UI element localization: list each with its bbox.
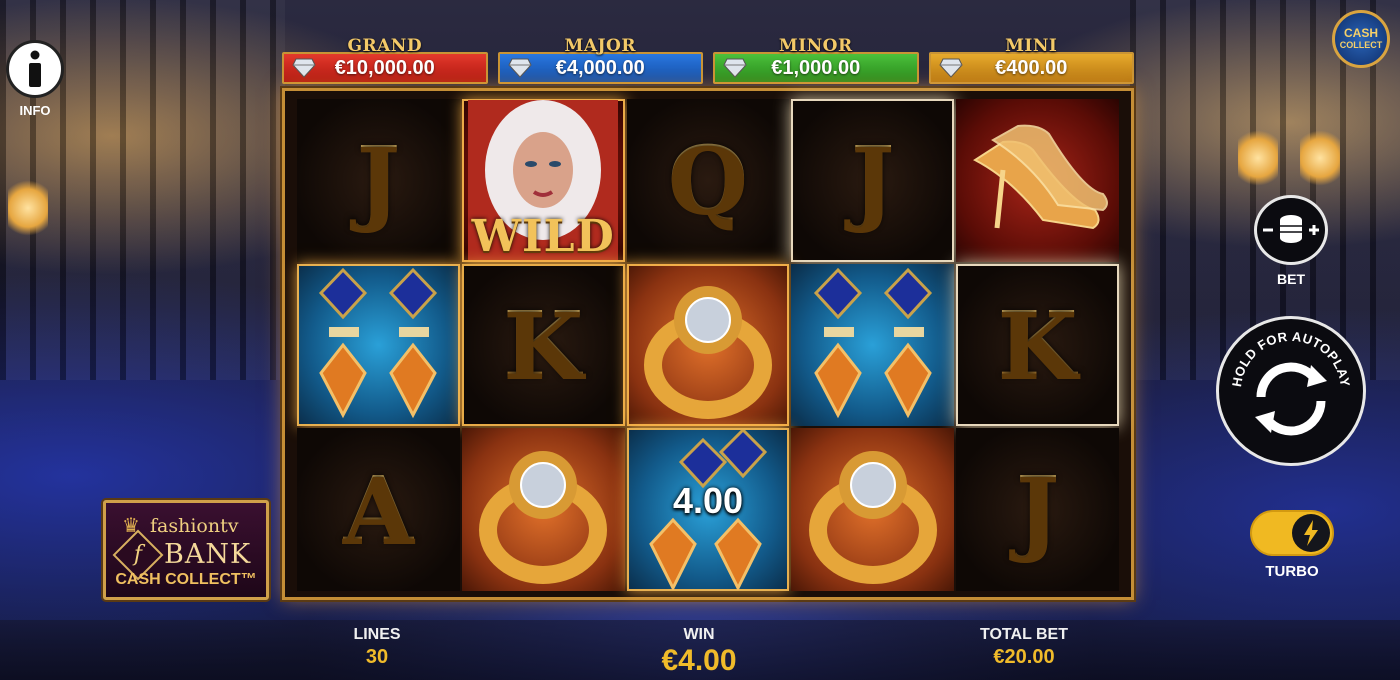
total-bet-label: TOTAL BET <box>980 626 1068 643</box>
badge-line-2: COLLECT <box>1339 40 1383 50</box>
logo-title: BANK <box>164 539 252 570</box>
street-lamp <box>1238 130 1278 186</box>
logo-f-letter: f <box>133 542 143 567</box>
bottom-bar: LINES 30 WIN €4.00 TOTAL BET €20.00 <box>0 620 1400 680</box>
info-button[interactable] <box>6 40 64 98</box>
symbol-q: Q <box>667 126 749 235</box>
cash-collect-badge: CASH COLLECT <box>1332 10 1390 68</box>
jackpot-major: €4,000.00 MAJOR <box>497 36 703 86</box>
win-label: WIN <box>683 626 715 643</box>
info-label: INFO <box>19 103 51 118</box>
wild-label: WILD <box>471 210 615 262</box>
total-bet-stat: TOTAL BET €20.00 <box>980 626 1068 669</box>
diamond-icon <box>507 58 532 78</box>
jackpot-major-amount: €4,000.00 <box>555 56 645 79</box>
jackpot-minor: €1,000.00 MINOR <box>713 36 919 86</box>
autoplay-arrows-icon: HOLD FOR AUTOPLAY <box>1229 329 1353 436</box>
reel-cell-letter-j: J <box>791 99 955 262</box>
reel-cell-diamond-ring <box>791 428 955 591</box>
jackpot-mini-title: MINI <box>1005 36 1058 56</box>
symbol-j: J <box>356 126 401 235</box>
jackpot-mini-amount: €400.00 <box>995 56 1068 79</box>
symbol-j: J <box>851 126 895 235</box>
jackpot-grand-box: €10,000.00 <box>282 52 488 84</box>
reel-cell-letter-j: J <box>297 99 460 262</box>
jackpot-major-box: €4,000.00 <box>497 52 703 84</box>
jackpot-bar: €10,000.00 GRAND €4,000.00 MAJOR €1,000.… <box>282 36 1134 86</box>
jackpot-major-title: MAJOR <box>564 36 636 56</box>
jackpot-minor-title: MINOR <box>778 36 853 56</box>
reel-cell-diamond-ring <box>461 428 625 591</box>
reel-cell-letter-j: J <box>956 428 1119 591</box>
jackpot-mini: €400.00 MINI <box>928 36 1134 86</box>
bet-button[interactable] <box>1254 195 1328 265</box>
spin-autoplay-button[interactable]: HOLD FOR AUTOPLAY <box>1216 316 1366 466</box>
reel-grid: J WILD Q J K K A 4.00 J <box>297 99 1119 591</box>
cash-value-label: 4.00 <box>672 480 744 522</box>
reel-cell-letter-q: Q <box>626 99 790 262</box>
jackpot-minor-amount: €1,000.00 <box>771 56 861 79</box>
reel-cell-gem-earrings <box>791 263 955 427</box>
diamond-icon <box>292 58 316 78</box>
symbol-k: K <box>503 290 584 399</box>
jackpot-grand: €10,000.00 GRAND <box>282 36 488 86</box>
diamond-ring-icon <box>479 450 608 584</box>
diamond-ring-icon <box>643 285 772 419</box>
reel-cell-letter-k: K <box>956 263 1119 427</box>
street-lamp <box>1300 130 1340 186</box>
diamond-icon <box>938 58 963 78</box>
reel-cell-wild: WILD <box>461 99 625 262</box>
bet-label: BET <box>1277 271 1305 287</box>
reel-cell-cash-earrings: 4.00 <box>626 428 790 591</box>
diamond-icon <box>723 58 747 78</box>
jackpot-minor-box: €1,000.00 <box>713 52 919 84</box>
reel-cell-gem-earrings <box>297 263 460 427</box>
reel-cell-letter-a: A <box>297 428 460 591</box>
total-bet-value: €20.00 <box>993 646 1055 668</box>
win-stat: WIN €4.00 <box>661 626 736 678</box>
reel-cell-diamond-ring <box>626 263 790 427</box>
turbo-toggle[interactable] <box>1250 510 1334 556</box>
glass-slipper-icon <box>972 125 1108 230</box>
logo-subtitle: CASH COLLECT™ <box>115 571 257 588</box>
win-value: €4.00 <box>661 644 737 677</box>
jackpot-grand-title: GRAND <box>347 36 423 56</box>
logo-brand: fashiontv <box>150 515 239 537</box>
reel-cell-glass-slipper <box>956 99 1119 262</box>
lines-stat: LINES 30 <box>353 626 400 669</box>
gem-earrings-icon <box>319 267 438 419</box>
lines-label: LINES <box>353 626 401 643</box>
badge-line-1: CASH <box>1343 26 1378 40</box>
reel-cell-letter-k: K <box>461 263 625 427</box>
gem-earrings-icon <box>813 267 932 419</box>
lines-value: 30 <box>365 646 389 668</box>
symbol-k: K <box>997 290 1078 399</box>
coin-stack-icon <box>1263 215 1319 243</box>
turbo-label: TURBO <box>1265 563 1319 580</box>
game-logo: ♛ fashiontv f BANK CASH COLLECT™ <box>103 500 269 600</box>
turbo-knob <box>1292 514 1330 552</box>
symbol-j: J <box>1015 455 1060 564</box>
jackpot-grand-amount: €10,000.00 <box>334 56 435 79</box>
street-lamp <box>8 180 48 236</box>
diamond-ring-icon <box>808 450 937 584</box>
reel-frame: J WILD Q J K K A 4.00 J <box>282 88 1134 600</box>
autoplay-text: HOLD FOR AUTOPLAY <box>1229 329 1352 388</box>
lightning-icon <box>1304 520 1318 546</box>
svg-text:HOLD FOR AUTOPLAY: HOLD FOR AUTOPLAY <box>1229 329 1353 388</box>
symbol-a: A <box>342 455 415 564</box>
info-icon <box>29 50 41 87</box>
jackpot-mini-box: €400.00 <box>928 52 1134 84</box>
